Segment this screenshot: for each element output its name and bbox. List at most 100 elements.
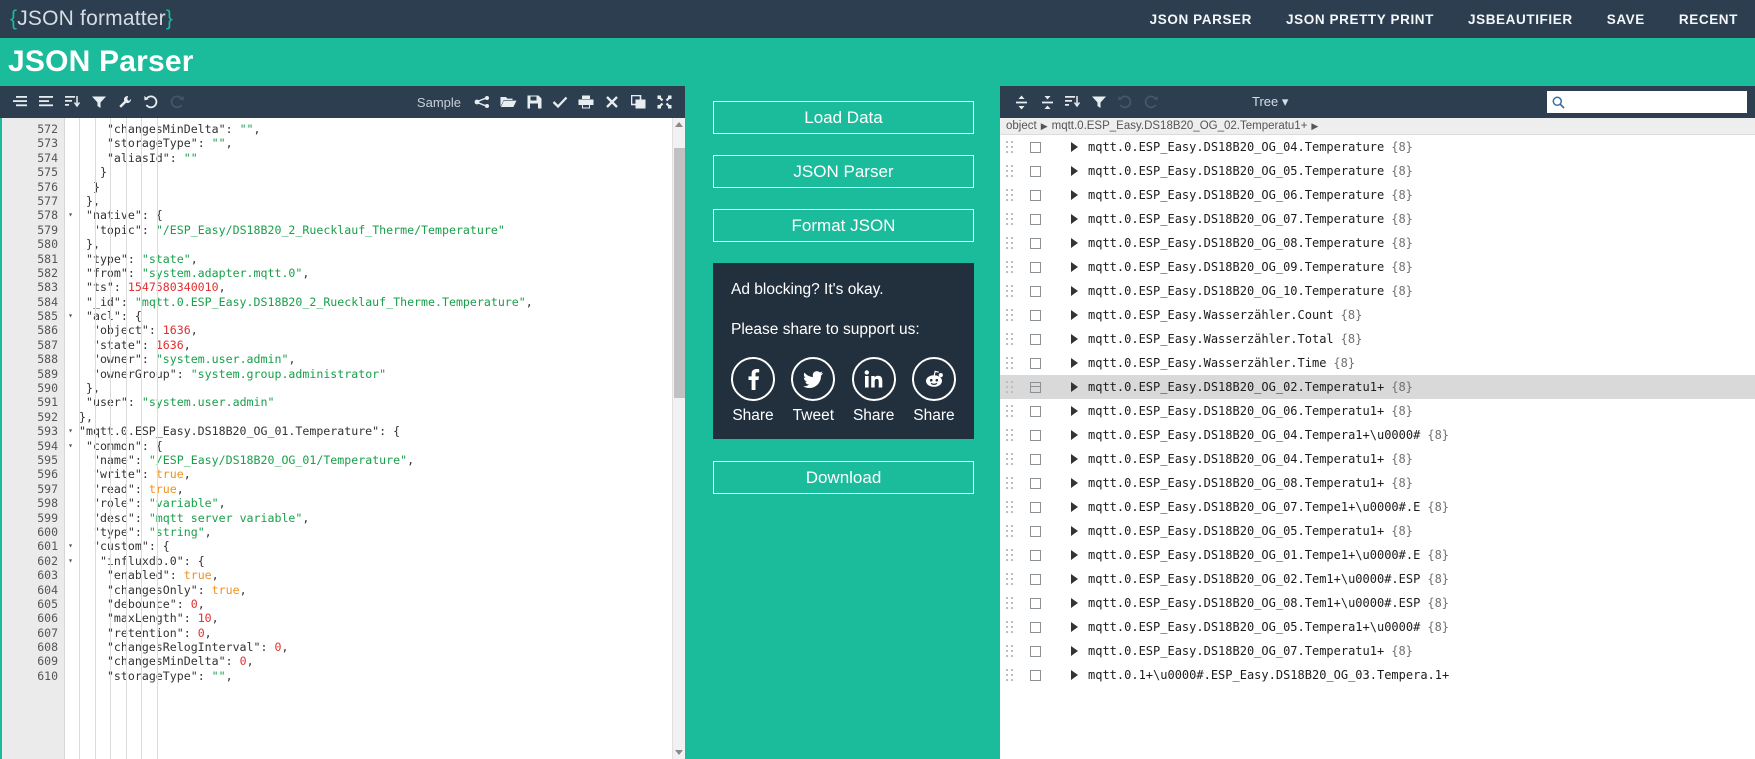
expand-caret-icon[interactable] [1071,622,1078,632]
expand-caret-icon[interactable] [1071,382,1078,392]
expand-icon[interactable] [651,89,677,115]
collapse-all-icon[interactable] [1034,89,1060,115]
reddit-icon[interactable] [911,357,956,401]
download-button[interactable]: Download [713,461,974,494]
row-checkbox-icon[interactable] [1030,669,1041,681]
row-checkbox-icon[interactable] [1030,237,1041,249]
drag-handle-icon[interactable] [1006,477,1018,489]
tree-row[interactable]: mqtt.0.ESP_Easy.DS18B20_OG_02.Temperatu1… [1000,375,1755,399]
tree-row[interactable]: mqtt.0.ESP_Easy.DS18B20_OG_08.Tem1+\u000… [1000,591,1755,615]
linkedin-share-label[interactable]: Share [852,407,896,425]
tree-row[interactable]: mqtt.0.ESP_Easy.DS18B20_OG_04.Tempera1+\… [1000,423,1755,447]
facebook-share-label[interactable]: Share [731,407,775,425]
expand-caret-icon[interactable] [1071,430,1078,440]
drag-handle-icon[interactable] [1006,501,1018,513]
nav-item-jsbeautifier[interactable]: JSBEAUTIFIER [1451,12,1590,27]
drag-handle-icon[interactable] [1006,621,1018,633]
tree-search-box[interactable] [1547,91,1747,113]
drag-handle-icon[interactable] [1006,213,1018,225]
row-checkbox-icon[interactable] [1030,597,1041,609]
format-json-button[interactable]: Format JSON [713,209,974,242]
drag-handle-icon[interactable] [1006,309,1018,321]
drag-handle-icon[interactable] [1006,405,1018,417]
tree-row[interactable]: mqtt.0.ESP_Easy.DS18B20_OG_08.Temperatu1… [1000,471,1755,495]
tree-row[interactable]: mqtt.0.ESP_Easy.DS18B20_OG_04.Temperatu1… [1000,447,1755,471]
drag-handle-icon[interactable] [1006,381,1018,393]
row-checkbox-icon[interactable] [1030,549,1041,561]
editor-body[interactable]: 572 573 574 575 576 577 578 ▾ 579 580 581 582 583 584… [0,118,685,759]
tree-row[interactable]: mqtt.0.ESP_Easy.DS18B20_OG_07.Temperatu1… [1000,639,1755,663]
twitter-share-label[interactable]: Tweet [791,407,835,425]
tree-row[interactable]: mqtt.0.1+\u0000#.ESP_Easy.DS18B20_OG_03.… [1000,663,1755,687]
expand-caret-icon[interactable] [1071,358,1078,368]
nav-item-json-parser[interactable]: JSON PARSER [1133,12,1269,27]
expand-caret-icon[interactable] [1071,214,1078,224]
tree-row[interactable]: mqtt.0.ESP_Easy.DS18B20_OG_05.Tempera1+\… [1000,615,1755,639]
linkedin-icon[interactable] [851,357,896,401]
row-checkbox-icon[interactable] [1030,189,1041,201]
row-checkbox-icon[interactable] [1030,285,1041,297]
expand-caret-icon[interactable] [1071,502,1078,512]
nav-item-json-pretty-print[interactable]: JSON PRETTY PRINT [1269,12,1451,27]
breadcrumb-root[interactable]: object [1006,120,1037,132]
expand-caret-icon[interactable] [1071,310,1078,320]
tree-row[interactable]: mqtt.0.ESP_Easy.DS18B20_OG_01.Tempe1+\u0… [1000,543,1755,567]
tree-row[interactable]: mqtt.0.ESP_Easy.DS18B20_OG_07.Temperatur… [1000,207,1755,231]
drag-handle-icon[interactable] [1006,453,1018,465]
row-checkbox-icon[interactable] [1030,381,1041,393]
reddit-share-label[interactable]: Share [912,407,956,425]
expand-caret-icon[interactable] [1071,670,1078,680]
editor-scrollbar[interactable] [672,118,685,759]
row-checkbox-icon[interactable] [1030,573,1041,585]
expand-caret-icon[interactable] [1071,334,1078,344]
site-logo[interactable]: {JSON formatter} [10,7,173,31]
drag-handle-icon[interactable] [1006,189,1018,201]
row-checkbox-icon[interactable] [1030,309,1041,321]
row-checkbox-icon[interactable] [1030,525,1041,537]
tree-row[interactable]: mqtt.0.ESP_Easy.DS18B20_OG_04.Temperatur… [1000,135,1755,159]
save-disk-icon[interactable] [521,89,547,115]
close-x-icon[interactable] [599,89,625,115]
drag-handle-icon[interactable] [1006,669,1018,681]
search-input[interactable] [1565,95,1742,109]
expand-caret-icon[interactable] [1071,238,1078,248]
expand-caret-icon[interactable] [1071,262,1078,272]
undo-icon[interactable] [138,89,164,115]
redo-icon[interactable] [1138,89,1164,115]
expand-caret-icon[interactable] [1071,454,1078,464]
row-checkbox-icon[interactable] [1030,501,1041,513]
row-checkbox-icon[interactable] [1030,453,1041,465]
row-checkbox-icon[interactable] [1030,333,1041,345]
tree-row[interactable]: mqtt.0.ESP_Easy.DS18B20_OG_05.Temperatu1… [1000,519,1755,543]
drag-handle-icon[interactable] [1006,429,1018,441]
filter-icon[interactable] [86,89,112,115]
drag-handle-icon[interactable] [1006,141,1018,153]
tree-row[interactable]: mqtt.0.ESP_Easy.Wasserzähler.Count {8} [1000,303,1755,327]
tree-row[interactable]: mqtt.0.ESP_Easy.DS18B20_OG_07.Tempe1+\u0… [1000,495,1755,519]
open-folder-icon[interactable] [495,89,521,115]
tree-rows[interactable]: mqtt.0.ESP_Easy.DS18B20_OG_04.Temperatur… [1000,135,1755,759]
scroll-down-arrow[interactable] [675,750,683,755]
expand-caret-icon[interactable] [1071,142,1078,152]
drag-handle-icon[interactable] [1006,285,1018,297]
check-icon[interactable] [547,89,573,115]
expand-all-icon[interactable] [1008,89,1034,115]
drag-handle-icon[interactable] [1006,357,1018,369]
sample-label[interactable]: Sample [417,95,469,110]
expand-caret-icon[interactable] [1071,574,1078,584]
drag-handle-icon[interactable] [1006,573,1018,585]
row-checkbox-icon[interactable] [1030,477,1041,489]
facebook-icon[interactable] [731,357,775,401]
expand-caret-icon[interactable] [1071,526,1078,536]
row-checkbox-icon[interactable] [1030,141,1041,153]
format-indent-icon[interactable] [34,89,60,115]
expand-caret-icon[interactable] [1071,478,1078,488]
tree-row[interactable]: mqtt.0.ESP_Easy.DS18B20_OG_05.Temperatur… [1000,159,1755,183]
expand-caret-icon[interactable] [1071,406,1078,416]
sort-icon[interactable] [1060,89,1086,115]
compact-indent-icon[interactable] [8,89,34,115]
nav-item-recent[interactable]: RECENT [1662,12,1755,27]
drag-handle-icon[interactable] [1006,237,1018,249]
tree-row[interactable]: mqtt.0.ESP_Easy.DS18B20_OG_10.Temperatur… [1000,279,1755,303]
twitter-icon[interactable] [791,357,836,401]
